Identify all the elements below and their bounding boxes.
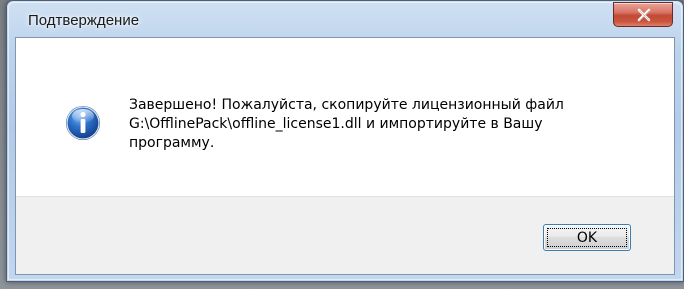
- confirmation-dialog: Подтверждение Завершено! Пожалуйста, ско…: [6, 0, 684, 282]
- dialog-client-area: Завершено! Пожалуйста, скопируйте лиценз…: [15, 37, 675, 275]
- information-icon: [66, 106, 100, 140]
- message-panel: Завершено! Пожалуйста, скопируйте лиценз…: [16, 38, 674, 196]
- close-x-icon: [637, 8, 651, 22]
- ok-button[interactable]: OK: [543, 224, 631, 251]
- title-bar[interactable]: Подтверждение: [7, 1, 683, 37]
- message-line-1: Завершено! Пожалуйста, скопируйте лиценз…: [129, 97, 564, 113]
- close-button[interactable]: [613, 2, 673, 27]
- message-line-3: программу.: [129, 135, 215, 151]
- ok-button-label: OK: [547, 228, 627, 247]
- message-line-2: G:\OfflinePack\offline_license1.dll и им…: [129, 116, 543, 132]
- window-title: Подтверждение: [28, 12, 140, 29]
- dialog-message: Завершено! Пожалуйста, скопируйте лиценз…: [129, 96, 649, 153]
- button-bar: OK: [16, 196, 674, 274]
